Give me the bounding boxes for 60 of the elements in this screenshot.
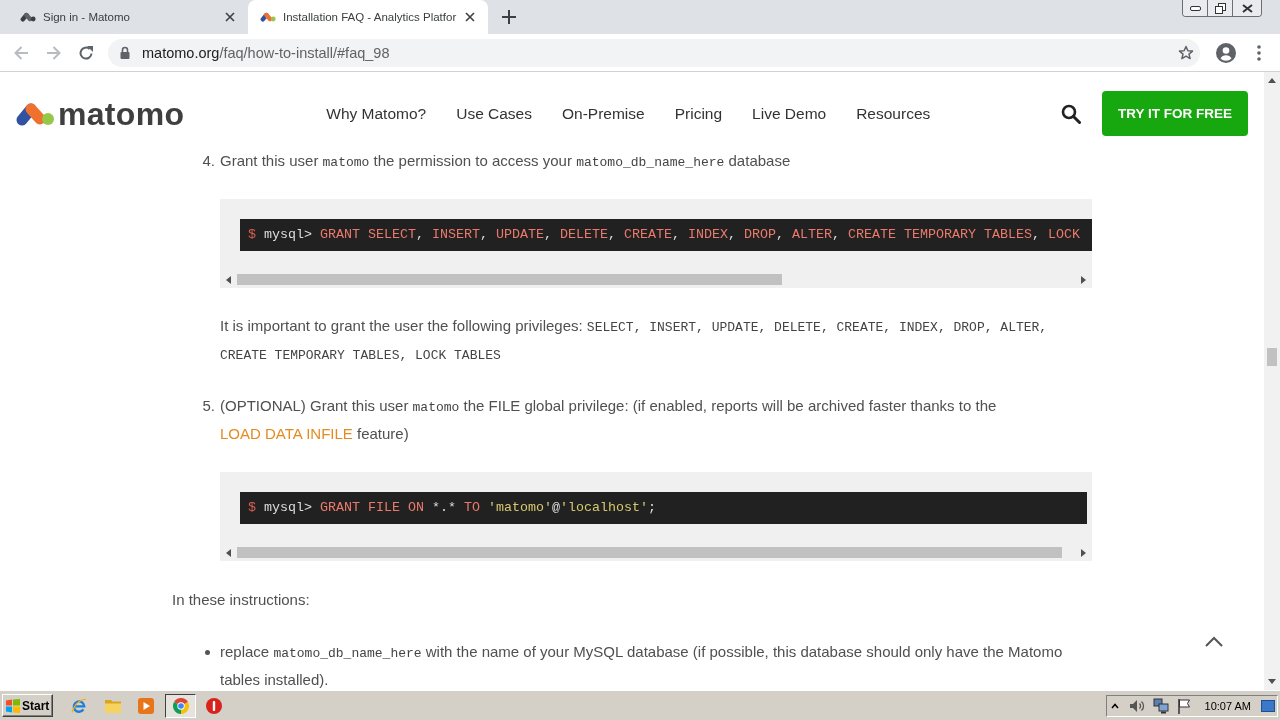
- address-field[interactable]: matomo.org/faq/how-to-install/#faq_98: [108, 38, 1200, 67]
- scroll-thumb[interactable]: [237, 547, 1063, 558]
- bullet-icon: [205, 650, 210, 655]
- logo-text[interactable]: matomo: [58, 97, 185, 130]
- flag-icon[interactable]: [1176, 697, 1191, 714]
- plus-icon[interactable]: [502, 10, 516, 24]
- browser-icon: [172, 697, 189, 714]
- list-number: 4.: [202, 151, 215, 171]
- note-text: It is important to grant the user the following privileges: SELECT, INSERT, UPDATE, DELETE, CREATE, INDEX, DROP, ALTER, CREATE TEMPORARY TABLES, LOCK TABLES: [220, 316, 1049, 365]
- clock-text[interactable]: 10:07 AM: [1204, 699, 1251, 712]
- nav-link[interactable]: On-Premise: [562, 104, 645, 123]
- up-arrow-icon[interactable]: [1268, 78, 1276, 83]
- left-arrow-icon[interactable]: [226, 275, 231, 284]
- intro-text: In these instructions:: [172, 590, 311, 610]
- scroll-thumb[interactable]: [1267, 348, 1277, 366]
- taskbar-button[interactable]: [165, 693, 196, 718]
- left-arrow-icon[interactable]: [226, 548, 231, 557]
- network-icon[interactable]: [1152, 697, 1169, 714]
- media-player-icon[interactable]: [138, 697, 154, 714]
- right-arrow-icon[interactable]: [1081, 548, 1086, 557]
- right-arrow-icon[interactable]: [1081, 275, 1086, 284]
- bullet-text: replace matomo_db_name_here with the name of your MySQL database (if possible, this database should only have the Matomo tables installed).: [220, 642, 1064, 690]
- down-arrow-icon[interactable]: [1268, 679, 1276, 684]
- restore-button[interactable]: [1207, 0, 1232, 16]
- chevron-up-icon[interactable]: [1110, 702, 1119, 709]
- logo-icon[interactable]: [15, 101, 55, 126]
- browser-tab[interactable]: Sign in - Matomo: [8, 0, 248, 34]
- lock-icon[interactable]: [120, 46, 130, 59]
- web-browser-icon[interactable]: [71, 697, 87, 714]
- scroll-thumb[interactable]: [237, 274, 782, 285]
- start-button[interactable]: Start: [2, 694, 53, 717]
- step-text: Grant this user matomo the permission to access your matomo_db_name_here database: [220, 151, 792, 172]
- menu-icon[interactable]: [1257, 44, 1261, 61]
- logo-icon: [20, 12, 36, 22]
- list-number: 5.: [202, 396, 215, 416]
- minimize-icon: [1189, 5, 1201, 11]
- search-icon[interactable]: [1061, 103, 1081, 124]
- reload-icon[interactable]: [78, 44, 94, 61]
- url-text: matomo.org/faq/how-to-install/#faq_98: [142, 44, 390, 61]
- profile-icon[interactable]: [1216, 42, 1236, 63]
- close-icon[interactable]: [465, 12, 475, 22]
- close-icon[interactable]: [225, 12, 235, 22]
- nav-link[interactable]: Why Matomo?: [326, 104, 427, 123]
- show-desktop-icon[interactable]: [1261, 699, 1275, 712]
- close-button[interactable]: [1232, 0, 1261, 16]
- minimize-button[interactable]: [1183, 0, 1207, 16]
- nav-link[interactable]: Resources: [856, 104, 931, 123]
- logo-icon: [260, 12, 276, 22]
- star-icon[interactable]: [1178, 44, 1194, 61]
- alert-icon[interactable]: [206, 697, 222, 714]
- restore-icon: [1214, 2, 1226, 14]
- nav-link[interactable]: Live Demo: [752, 104, 827, 123]
- nav-link[interactable]: Pricing: [674, 104, 723, 123]
- windows-flag-icon: [6, 698, 20, 713]
- step-text: (OPTIONAL) Grant this user matomo the FILE global privilege: (if enabled, reports will be archived faster thanks to the LOAD DATA INFILE feature): [220, 396, 998, 444]
- nav-link[interactable]: Use Cases: [456, 104, 532, 123]
- vertical-scrollbar[interactable]: [1264, 72, 1280, 690]
- browser-tab[interactable]: Installation FAQ - Analytics Platfor: [248, 0, 488, 34]
- chevron-up-icon[interactable]: [1204, 636, 1224, 648]
- close-icon: [1241, 3, 1253, 13]
